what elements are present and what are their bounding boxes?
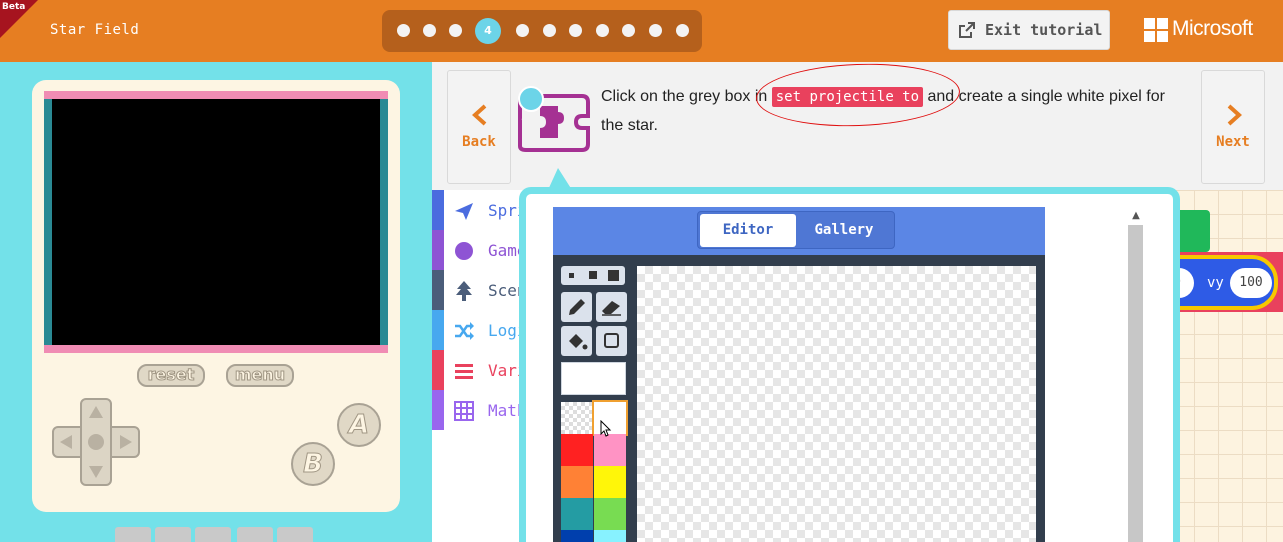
slow-mo-button[interactable] <box>195 527 231 542</box>
menu-button[interactable]: menu <box>226 364 294 387</box>
exit-tutorial-button[interactable]: Exit tutorial <box>948 10 1110 50</box>
list-icon <box>455 364 473 379</box>
restart-button[interactable] <box>155 527 191 542</box>
modal-scrollbar[interactable] <box>1128 225 1143 542</box>
category-stripe <box>432 270 444 310</box>
next-label: Next <box>1216 134 1250 150</box>
rectangle-tool[interactable] <box>596 326 627 356</box>
image-canvas[interactable] <box>637 266 1036 542</box>
back-button[interactable]: Back <box>447 70 511 184</box>
category-stripe <box>432 230 444 270</box>
tutorial-step-progress: 4 <box>382 10 702 52</box>
brand-name[interactable]: Microsoft <box>1172 17 1253 41</box>
paint-bucket-icon <box>569 334 588 350</box>
step-dot-current[interactable]: 4 <box>475 18 501 44</box>
b-button[interactable]: B <box>291 442 335 486</box>
brush-size-selector <box>561 266 625 285</box>
step-dot-10[interactable] <box>649 24 662 37</box>
color-swatch[interactable] <box>594 466 626 498</box>
color-swatch[interactable] <box>561 466 593 498</box>
beta-label: Beta <box>2 2 26 12</box>
step-dot-6[interactable] <box>543 24 556 37</box>
category-sprites[interactable]: Sprites <box>432 190 555 230</box>
pencil-icon <box>569 299 585 315</box>
category-stripe <box>432 350 444 390</box>
brush-size-large[interactable] <box>608 270 619 281</box>
step-dot-11[interactable] <box>676 24 689 37</box>
chevron-right-icon <box>1227 104 1242 126</box>
square-outline-icon <box>604 333 619 348</box>
color-swatch[interactable] <box>561 530 593 542</box>
step-dot-3[interactable] <box>449 24 462 37</box>
next-button[interactable]: Next <box>1201 70 1265 184</box>
exit-tutorial-label: Exit tutorial <box>985 21 1103 39</box>
selected-color-preview <box>561 362 626 395</box>
screen-border-top <box>44 91 388 99</box>
calculator-icon <box>454 401 474 421</box>
screenshot-button[interactable] <box>277 527 313 542</box>
project-title: Star Field <box>50 22 140 38</box>
lightbulb-icon <box>518 86 544 112</box>
brush-size-medium[interactable] <box>589 271 597 279</box>
pencil-tool[interactable] <box>561 292 592 322</box>
top-bar: Beta Star Field 4 Exit tutorial Microsof… <box>0 0 1283 62</box>
eraser-tool[interactable] <box>596 292 627 322</box>
step-dot-8[interactable] <box>596 24 609 37</box>
stop-button[interactable] <box>115 527 151 542</box>
dpad[interactable] <box>52 398 140 486</box>
category-stripe <box>432 390 444 430</box>
step-dot-7[interactable] <box>569 24 582 37</box>
tab-gallery[interactable]: Gallery <box>796 214 892 247</box>
back-label: Back <box>462 134 496 150</box>
category-game[interactable]: Game <box>432 230 532 270</box>
screen-border-bottom <box>44 345 388 353</box>
category-logic[interactable]: Logic <box>432 310 536 350</box>
category-math[interactable]: Math <box>432 390 532 430</box>
circle-icon <box>455 242 473 260</box>
step-dot-1[interactable] <box>397 24 410 37</box>
color-swatch[interactable] <box>561 434 593 466</box>
a-button[interactable]: A <box>337 403 381 447</box>
eraser-icon <box>602 301 621 316</box>
game-screen[interactable] <box>52 99 380 345</box>
vy-value[interactable]: 100 <box>1230 268 1272 298</box>
paper-plane-icon <box>455 203 473 220</box>
editor-tab-group: Editor Gallery <box>697 211 895 249</box>
mute-button[interactable] <box>237 527 273 542</box>
tab-editor[interactable]: Editor <box>700 214 796 247</box>
step-dot-5[interactable] <box>516 24 529 37</box>
fill-tool[interactable] <box>561 326 592 356</box>
color-swatch[interactable] <box>561 498 593 530</box>
reset-button[interactable]: reset <box>137 364 205 387</box>
category-scene[interactable]: Scene <box>432 270 536 310</box>
color-swatch[interactable] <box>561 402 593 434</box>
scroll-up-arrow[interactable]: ▲ <box>1129 208 1143 224</box>
category-stripe <box>432 190 444 230</box>
color-swatch[interactable] <box>594 498 626 530</box>
color-swatch[interactable] <box>594 530 626 542</box>
external-link-icon <box>959 22 975 38</box>
shuffle-icon <box>455 322 474 340</box>
color-swatch[interactable] <box>594 434 626 466</box>
brush-size-small[interactable] <box>569 273 574 278</box>
step-dot-9[interactable] <box>622 24 635 37</box>
category-stripe <box>432 310 444 350</box>
step-dot-2[interactable] <box>423 24 436 37</box>
category-variables[interactable]: Variables <box>432 350 575 390</box>
vy-label: vy <box>1207 275 1224 291</box>
chevron-left-icon <box>472 104 487 126</box>
mouse-cursor-icon <box>600 420 612 437</box>
instruction-text-start: Click on the grey box in <box>601 88 772 105</box>
tree-icon <box>456 281 472 301</box>
dpad-arrows-icon <box>60 406 132 478</box>
